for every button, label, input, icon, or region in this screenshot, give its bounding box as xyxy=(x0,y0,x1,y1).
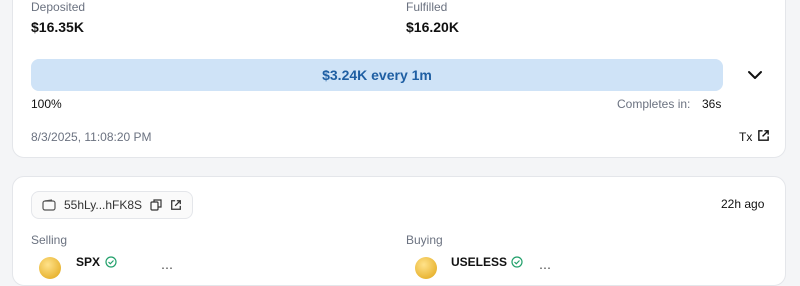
external-link-icon[interactable] xyxy=(757,129,770,142)
fulfilled-value: $16.20K xyxy=(406,19,459,35)
wallet-pill[interactable]: 55hLy...hFK8S xyxy=(31,191,194,219)
fulfilled-label: Fulfilled xyxy=(406,0,448,14)
deposited-value: $16.35K xyxy=(31,19,84,35)
verified-check-icon xyxy=(105,256,117,268)
spx-token-icon xyxy=(39,257,61,279)
external-link-icon[interactable] xyxy=(170,199,182,211)
more-icon[interactable]: ⋯ xyxy=(539,261,552,275)
wallet-icon xyxy=(42,199,56,211)
buying-label: Buying xyxy=(406,233,443,247)
progress-percent: 100% xyxy=(31,97,62,111)
tx-label: Tx xyxy=(739,130,753,144)
completes-value: 36s xyxy=(702,97,722,111)
order-card-2: 55hLy...hFK8S 22h ago Selling Buying SPX… xyxy=(12,176,786,286)
order-card: Deposited $16.35K Fulfilled $16.20K $3.2… xyxy=(12,0,786,158)
time-ago: 22h ago xyxy=(721,197,765,211)
copy-icon[interactable] xyxy=(150,199,162,211)
useless-token-icon xyxy=(415,257,437,279)
completes-label: Completes in: xyxy=(617,97,691,111)
deposited-label: Deposited xyxy=(31,0,86,14)
progress-bar: $3.24K every 1m xyxy=(31,59,723,91)
order-timestamp: 8/3/2025, 11:08:20 PM xyxy=(31,130,152,144)
selling-label: Selling xyxy=(31,233,68,247)
wallet-address: 55hLy...hFK8S xyxy=(64,198,143,212)
verified-check-icon xyxy=(511,256,523,268)
progress-bar-text: $3.24K every 1m xyxy=(322,67,432,83)
more-icon[interactable]: ⋯ xyxy=(161,261,174,275)
chevron-down-icon[interactable] xyxy=(745,65,765,85)
tx-link[interactable]: Tx xyxy=(739,130,752,144)
